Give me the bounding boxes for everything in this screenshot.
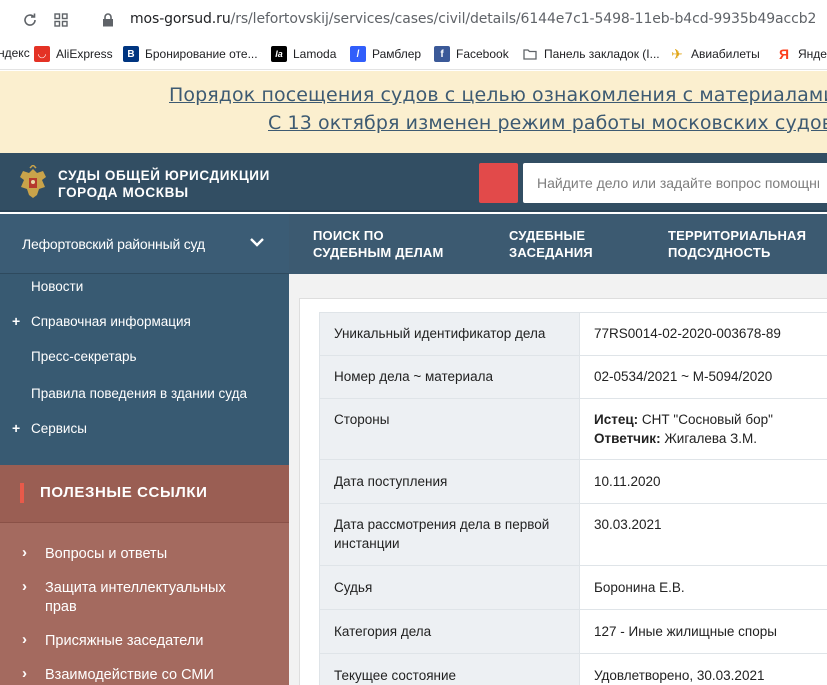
sidebar-item-reference-info[interactable]: Справочная информация xyxy=(31,314,191,329)
lock-icon[interactable] xyxy=(98,10,118,30)
chevron-right-icon: › xyxy=(22,578,27,595)
bookmark-lamoda[interactable]: la Lamoda xyxy=(271,46,336,62)
lamoda-icon: la xyxy=(271,46,287,62)
judge-label: Судья xyxy=(319,565,580,610)
bookmarks-bar: ндекс ◡ AliExpress B Бронирование оте... l… xyxy=(0,40,827,70)
plaintiff-name: СНТ "Сосновый бор" xyxy=(641,412,773,427)
search-input[interactable] xyxy=(523,163,827,203)
bookmark-yandex[interactable]: ЯЯндек xyxy=(776,46,827,62)
site-header: Суды общей юрисдикции города Москвы xyxy=(0,153,827,212)
useful-links-panel: Полезные ссылки › Вопросы и ответы › Защ… xyxy=(0,465,289,685)
nav-territorial-jurisdiction[interactable]: Территориальная подсудность xyxy=(668,227,806,261)
booking-icon: B xyxy=(123,46,139,62)
sidebar-item-behavior-rules[interactable]: Правила поведения в здании суда xyxy=(31,386,247,401)
bookmark-booking[interactable]: B Бронирование оте... xyxy=(123,46,258,62)
notice-banner: Порядок посещения судов с целью ознакомл… xyxy=(0,71,827,153)
folder-icon xyxy=(522,46,538,62)
hearing-date-value: 30.03.2021 xyxy=(579,503,827,566)
bookmark-rambler[interactable]: / Рамблер xyxy=(350,46,421,62)
status-value: Удовлетворено, 30.03.2021 xyxy=(579,653,827,685)
expand-plus-icon[interactable]: + xyxy=(12,313,20,329)
receipt-date-value: 10.11.2020 xyxy=(579,459,827,504)
yandex-icon: Я xyxy=(778,46,790,62)
url-field[interactable]: mos-gorsud.ru/rs/lefortovskij/services/c… xyxy=(130,11,816,27)
accessibility-button[interactable] xyxy=(479,163,518,203)
category-label: Категория дела xyxy=(319,609,580,654)
sidebar: Новости + Справочная информация Пресс-се… xyxy=(0,274,289,685)
case-details-table: Уникальный идентификатор дела 77RS0014-0… xyxy=(319,312,827,685)
case-number-value: 02-0534/2021 ~ М-5094/2020 xyxy=(579,355,827,399)
notice-link-schedule-change[interactable]: С 13 октября изменен режим работы москов… xyxy=(268,112,827,134)
sidebar-item-press-secretary[interactable]: Пресс-секретарь xyxy=(31,349,137,364)
case-id-label: Уникальный идентификатор дела xyxy=(319,312,580,356)
plane-icon: ✈ xyxy=(671,45,683,62)
table-row: Категория дела 127 - Иные жилищные споры xyxy=(319,609,827,654)
bookmark-folder[interactable]: Панель закладок (I... xyxy=(522,46,660,62)
aliexpress-icon: ◡ xyxy=(34,46,50,62)
table-row: Уникальный идентификатор дела 77RS0014-0… xyxy=(319,312,827,356)
table-row: Дата поступления 10.11.2020 xyxy=(319,459,827,504)
coat-of-arms-icon[interactable] xyxy=(16,165,50,201)
hearing-date-label: Дата рассмотрения дела в первой инстанци… xyxy=(319,503,580,566)
sidebar-item-services[interactable]: Сервисы xyxy=(31,421,87,436)
bookmark-aliexpress[interactable]: ◡ AliExpress xyxy=(34,46,113,62)
facebook-icon: f xyxy=(434,46,450,62)
bookmark-yandex-partial[interactable]: ндекс xyxy=(0,46,30,60)
link-faq[interactable]: Вопросы и ответы xyxy=(45,545,255,564)
plaintiff-label: Истец: xyxy=(594,412,639,427)
chevron-right-icon: › xyxy=(22,665,27,682)
status-label: Текущее состояние xyxy=(319,653,580,685)
judge-value: Боронина Е.В. xyxy=(579,565,827,610)
defendant-label: Ответчик: xyxy=(594,431,661,446)
link-jurors[interactable]: Присяжные заседатели xyxy=(45,632,255,651)
parties-value: Истец: СНТ "Сосновый бор" Ответчик: Жига… xyxy=(579,398,827,460)
bookmark-facebook[interactable]: f Facebook xyxy=(434,46,509,62)
expand-plus-icon[interactable]: + xyxy=(12,420,20,436)
category-value: 127 - Иные жилищные споры xyxy=(579,609,827,654)
main-navigation: Лефортовский районный суд Поиск по судебн… xyxy=(0,214,827,274)
case-number-label: Номер дела ~ материала xyxy=(319,355,580,399)
bookmark-aviabilety[interactable]: ✈ Авиабилеты xyxy=(669,46,760,62)
nav-case-search[interactable]: Поиск по судебным делам xyxy=(313,227,444,261)
table-row: Текущее состояние Удовлетворено, 30.03.2… xyxy=(319,653,827,685)
table-row: Судья Боронина Е.В. xyxy=(319,565,827,610)
sidebar-menu: Новости + Справочная информация Пресс-се… xyxy=(0,274,289,465)
sidebar-item-news[interactable]: Новости xyxy=(31,279,83,294)
useful-links-header: Полезные ссылки xyxy=(0,465,289,523)
chevron-right-icon: › xyxy=(22,544,27,561)
rambler-icon: / xyxy=(350,46,366,62)
table-row: Стороны Истец: СНТ "Сосновый бор" Ответч… xyxy=(319,398,827,460)
table-row: Дата рассмотрения дела в первой инстанци… xyxy=(319,503,827,566)
nav-court-sessions[interactable]: Судебные заседания xyxy=(509,227,593,261)
court-selector[interactable]: Лефортовский районный суд xyxy=(0,214,289,274)
accent-bar xyxy=(20,483,24,503)
chevron-down-icon xyxy=(250,238,264,247)
chevron-right-icon: › xyxy=(22,631,27,648)
parties-label: Стороны xyxy=(319,398,580,460)
link-media-relations[interactable]: Взаимодействие со СМИ xyxy=(45,666,255,685)
notice-link-visit-order[interactable]: Порядок посещения судов с целью ознакомл… xyxy=(169,84,827,106)
case-id-value: 77RS0014-02-2020-003678-89 xyxy=(579,312,827,356)
site-title[interactable]: Суды общей юрисдикции города Москвы xyxy=(58,167,270,201)
reload-icon[interactable] xyxy=(20,10,40,30)
defendant-name: Жигалева З.М. xyxy=(664,431,758,446)
link-intellectual-property[interactable]: Защита интеллектуальных прав xyxy=(45,579,255,617)
table-row: Номер дела ~ материала 02-0534/2021 ~ М-… xyxy=(319,355,827,399)
receipt-date-label: Дата поступления xyxy=(319,459,580,504)
apps-grid-icon[interactable] xyxy=(51,10,71,30)
browser-address-bar: mos-gorsud.ru/rs/lefortovskij/services/c… xyxy=(0,0,827,40)
